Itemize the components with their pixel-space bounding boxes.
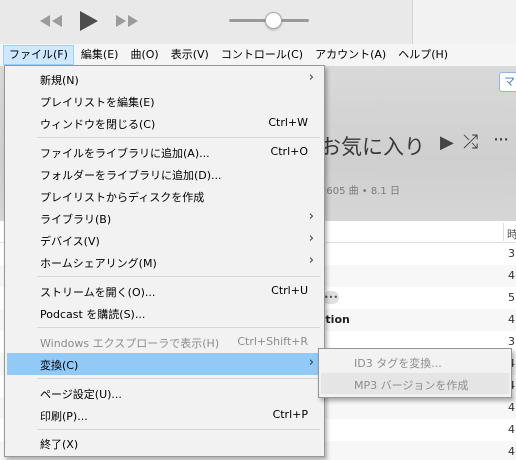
menu-item-shortcut: Ctrl+W	[268, 116, 308, 129]
menubar: ファイル(F) 編集(E) 曲(O) 表示(V) コントロール(C) アカウント…	[0, 44, 516, 66]
submenu-item-convert-id3[interactable]: ID3 タグを変換...	[321, 351, 509, 372]
menu-item-devices[interactable]: デバイス(V) ›	[7, 229, 322, 251]
menu-item-label: ライブラリ(B)	[40, 213, 112, 226]
menu-item-shortcut: Ctrl+U	[271, 284, 308, 297]
submenu-item-create-mp3[interactable]: MP3 バージョンを作成	[321, 373, 509, 394]
menu-item-edit-playlist[interactable]: プレイリストを編集(E)	[7, 90, 322, 112]
more-icon[interactable]: ···	[493, 129, 509, 151]
row-time: 4:	[508, 313, 516, 326]
menu-item-open-stream[interactable]: ストリームを開く(O)... Ctrl+U	[7, 280, 322, 302]
row-time: 4:	[508, 423, 516, 436]
row-more-icon[interactable]: •••	[323, 291, 339, 304]
top-pill-button[interactable]: マ	[499, 72, 516, 92]
chevron-right-icon: ›	[308, 209, 314, 224]
menu-item-label: Podcast を購読(S)...	[40, 308, 146, 321]
menu-separator	[37, 378, 320, 379]
chevron-right-icon: ›	[308, 231, 314, 246]
row-time: 3:	[508, 247, 516, 260]
play-icon[interactable]	[78, 9, 100, 31]
menu-item-label: プレイリストを編集(E)	[40, 96, 155, 109]
menu-separator	[37, 429, 320, 430]
volume-knob[interactable]	[264, 12, 282, 29]
menu-item-label: ホームシェアリング(M)	[40, 257, 157, 270]
menu-item-label: 終了(X)	[40, 438, 79, 451]
row-time: 5:	[508, 291, 516, 304]
menu-separator	[37, 327, 320, 328]
menu-item-label: プレイリストからディスクを作成	[40, 191, 205, 204]
menu-item-print[interactable]: 印刷(P)... Ctrl+P	[7, 404, 322, 426]
menu-song[interactable]: 曲(O)	[125, 45, 163, 65]
row-time: 3:	[508, 335, 516, 348]
chevron-right-icon: ›	[308, 355, 314, 370]
menu-item-subscribe-podcast[interactable]: Podcast を購読(S)...	[7, 302, 322, 324]
menu-item-label: ファイルをライブラリに追加(A)...	[40, 147, 210, 160]
menu-item-close-window[interactable]: ウィンドウを閉じる(C) Ctrl+W	[7, 112, 322, 134]
menu-controls[interactable]: コントロール(C)	[216, 45, 308, 65]
menu-item-library[interactable]: ライブラリ(B) ›	[7, 207, 322, 229]
chevron-right-icon: ›	[308, 253, 314, 268]
shuffle-icon[interactable]: ⤮	[463, 131, 478, 153]
transport-bar	[0, 0, 516, 44]
menu-item-add-folder[interactable]: フォルダーをライブラリに追加(D)...	[7, 163, 322, 185]
menu-item-page-setup[interactable]: ページ設定(U)...	[7, 382, 322, 404]
fast-forward-icon[interactable]	[114, 11, 140, 31]
menu-item-label: ストリームを開く(O)...	[40, 286, 156, 299]
now-playing-area	[412, 0, 516, 44]
playlist-meta: 2605 曲 • 8.1 日	[320, 186, 400, 197]
menu-item-label: フォルダーをライブラリに追加(D)...	[40, 169, 222, 182]
menu-item-label: 新規(N)	[40, 74, 79, 87]
menu-item-shortcut: Ctrl+Shift+R	[237, 335, 308, 348]
row-time: 4:	[508, 445, 516, 458]
file-menu-dropdown: 新規(N) › プレイリストを編集(E) ウィンドウを閉じる(C) Ctrl+W…	[4, 65, 325, 457]
menu-item-convert[interactable]: 変換(C) ›	[7, 353, 322, 375]
menu-separator	[37, 276, 320, 277]
menu-item-exit[interactable]: 終了(X)	[7, 432, 322, 454]
menu-separator	[37, 137, 320, 138]
menu-item-shortcut: Ctrl+O	[270, 145, 308, 158]
submenu-item-label: ID3 タグを変換...	[354, 357, 442, 370]
menu-item-new[interactable]: 新規(N) ›	[7, 68, 322, 90]
menu-item-add-file[interactable]: ファイルをライブラリに追加(A)... Ctrl+O	[7, 141, 322, 163]
time-column-header[interactable]: 時	[507, 226, 516, 242]
menu-item-shortcut: Ctrl+P	[272, 408, 308, 421]
menu-item-label: デバイス(V)	[40, 235, 100, 248]
menu-account[interactable]: アカウント(A)	[310, 45, 391, 65]
convert-submenu: ID3 タグを変換... MP3 バージョンを作成	[318, 348, 512, 398]
menu-item-burn-disc[interactable]: プレイリストからディスクを作成	[7, 185, 322, 207]
submenu-item-label: MP3 バージョンを作成	[354, 379, 469, 392]
menu-item-label: 変換(C)	[40, 359, 79, 372]
menu-item-label: Windows エクスプローラで表示(H)	[40, 337, 220, 350]
menu-help[interactable]: ヘルプ(H)	[393, 45, 453, 65]
chevron-right-icon: ›	[308, 70, 314, 85]
menu-item-label: ウィンドウを閉じる(C)	[40, 118, 156, 131]
rewind-icon[interactable]	[38, 11, 64, 31]
playlist-title: お気に入り	[320, 135, 425, 159]
column-divider	[503, 223, 504, 241]
menu-item-show-in-explorer: Windows エクスプローラで表示(H) Ctrl+Shift+R	[7, 331, 322, 353]
menu-item-label: ページ設定(U)...	[40, 388, 122, 401]
menu-view[interactable]: 表示(V)	[166, 45, 214, 65]
menu-file[interactable]: ファイル(F)	[3, 45, 74, 65]
menu-item-home-sharing[interactable]: ホームシェアリング(M) ›	[7, 251, 322, 273]
menu-edit[interactable]: 編集(E)	[76, 45, 124, 65]
row-time: 4:	[508, 269, 516, 282]
menu-item-label: 印刷(P)...	[40, 410, 88, 423]
row-time: 4:	[508, 401, 516, 414]
playlist-play-icon[interactable]: ▶	[440, 132, 454, 153]
